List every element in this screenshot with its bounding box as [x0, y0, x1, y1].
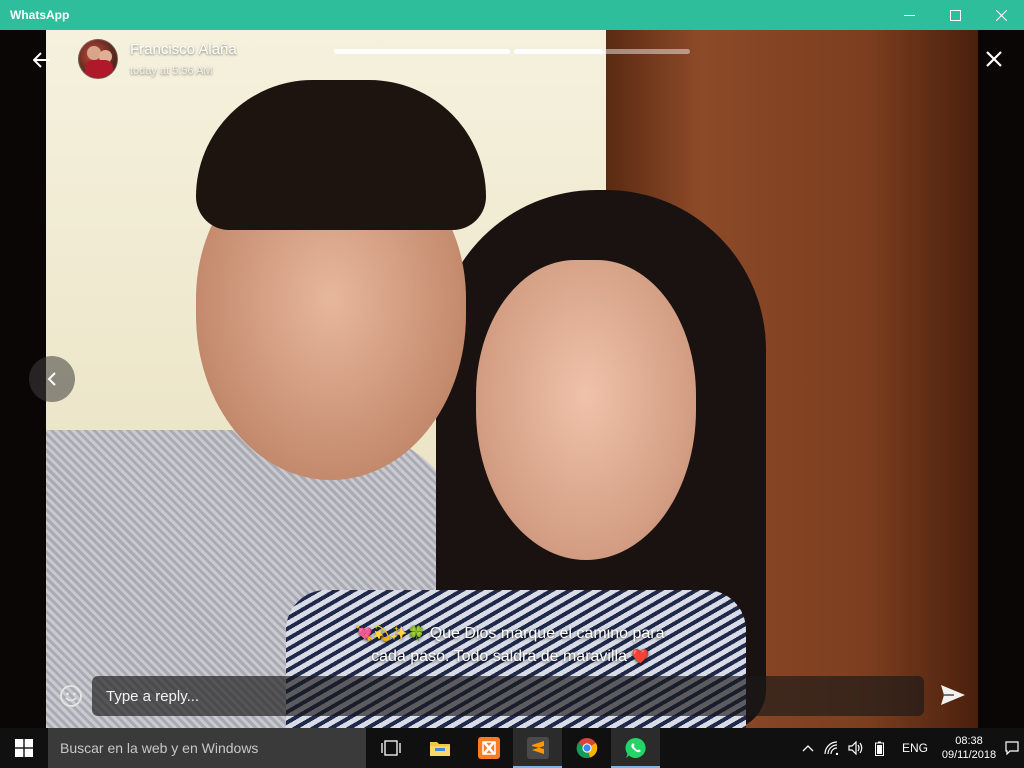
xampp-icon	[477, 737, 500, 759]
window-title: WhatsApp	[10, 8, 70, 22]
folder-icon	[429, 742, 450, 756]
avatar[interactable]	[78, 39, 118, 79]
progress-segment	[334, 49, 510, 54]
volume-button[interactable]	[844, 741, 868, 755]
tray-chevron-up-button[interactable]	[796, 744, 820, 752]
caption-line-2: cada paso. Todo saldrá de maravilla	[371, 648, 627, 665]
window-titlebar: WhatsApp	[0, 0, 1024, 30]
action-center-button[interactable]	[1000, 741, 1024, 755]
previous-status-button[interactable]	[29, 356, 75, 402]
taskbar-clock[interactable]: 08:38 09/11/2018	[938, 734, 1000, 762]
status-progress-bar	[334, 49, 690, 54]
wifi-icon	[824, 741, 839, 755]
minimize-icon	[903, 14, 915, 16]
chevron-up-icon	[802, 745, 814, 752]
language-indicator[interactable]: ENG	[892, 741, 938, 755]
contact-name: Francisco Alaña	[130, 41, 237, 58]
status-viewer: Francisco Alaña today at 5:56 AM 💘💫✨🍀 Qu…	[0, 30, 1024, 728]
battery-indicator[interactable]	[868, 741, 892, 756]
taskbar: Buscar en la web y en Windows ENG 08:38 …	[0, 728, 1024, 768]
chevron-left-icon	[47, 372, 56, 386]
close-icon	[986, 51, 1002, 67]
send-button[interactable]	[940, 684, 968, 710]
task-view-button[interactable]	[366, 728, 415, 768]
caption-line-1: Que Dios marque el camino para	[425, 625, 665, 642]
smiley-icon	[60, 685, 82, 707]
close-status-button[interactable]	[980, 45, 1008, 73]
xampp-button[interactable]	[464, 728, 513, 768]
sublime-text-icon	[526, 737, 549, 759]
status-header: Francisco Alaña today at 5:56 AM	[0, 30, 1024, 90]
whatsapp-button[interactable]	[611, 728, 660, 768]
photo-face-right	[476, 260, 696, 560]
close-icon	[995, 9, 1007, 21]
taskbar-search[interactable]: Buscar en la web y en Windows	[48, 728, 366, 768]
speaker-icon	[848, 741, 863, 755]
progress-segment	[514, 49, 690, 54]
network-button[interactable]	[820, 741, 844, 755]
clock-date: 09/11/2018	[941, 749, 997, 761]
sublime-text-button[interactable]	[513, 728, 562, 768]
whatsapp-icon	[624, 737, 646, 758]
start-button[interactable]	[0, 728, 48, 768]
minimize-button[interactable]	[886, 0, 932, 30]
chrome-icon	[576, 738, 597, 759]
heart-emoji: ❤️	[631, 648, 649, 664]
file-explorer-button[interactable]	[415, 728, 464, 768]
reply-bar	[46, 672, 978, 722]
status-timestamp: today at 5:56 AM	[130, 65, 213, 77]
maximize-icon	[949, 9, 961, 21]
emoji-button[interactable]	[59, 684, 83, 708]
reply-input[interactable]	[92, 676, 924, 716]
taskbar-apps	[366, 728, 660, 768]
windows-logo-icon	[15, 739, 33, 757]
battery-icon	[875, 741, 885, 756]
caption-emojis: 💘💫✨🍀	[355, 625, 426, 641]
status-caption: 💘💫✨🍀 Que Dios marque el camino para cada…	[240, 622, 780, 668]
clock-time: 08:38	[955, 735, 983, 747]
chrome-button[interactable]	[562, 728, 611, 768]
back-button[interactable]	[28, 46, 56, 74]
arrow-left-icon	[33, 52, 50, 68]
task-view-icon	[380, 740, 401, 756]
system-tray: ENG 08:38 09/11/2018	[796, 728, 1024, 768]
close-window-button[interactable]	[978, 0, 1024, 30]
send-icon	[941, 685, 965, 705]
notification-icon	[1005, 741, 1019, 755]
maximize-button[interactable]	[932, 0, 978, 30]
